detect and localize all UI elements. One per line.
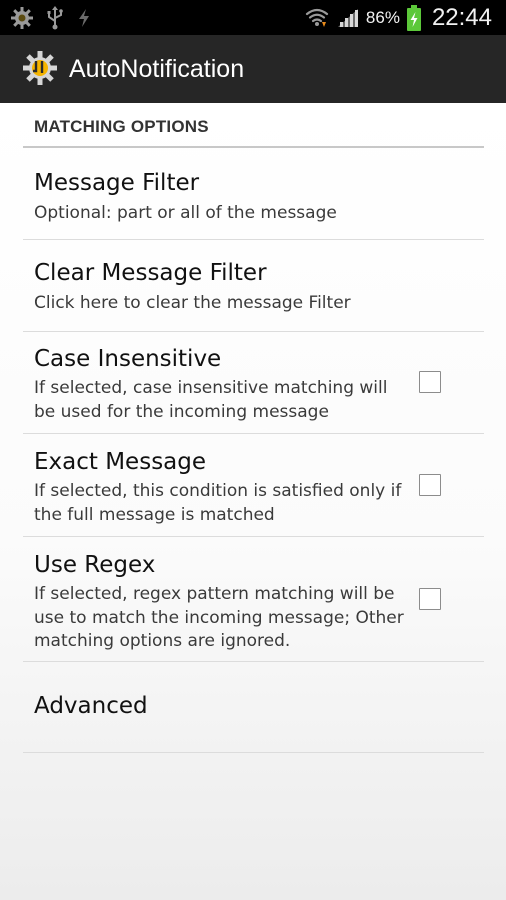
- pref-use-regex[interactable]: Use Regex If selected, regex pattern mat…: [23, 537, 484, 662]
- pref-exact-message[interactable]: Exact Message If selected, this conditio…: [23, 434, 484, 537]
- app-gear-icon[interactable]: [22, 50, 58, 86]
- exact-message-checkbox[interactable]: [419, 474, 441, 496]
- use-regex-checkbox[interactable]: [419, 588, 441, 610]
- pref-case-insensitive[interactable]: Case Insensitive If selected, case insen…: [23, 332, 484, 434]
- pref-summary: Optional: part or all of the message: [34, 203, 337, 223]
- pref-summary: If selected, this condition is satisfied…: [34, 481, 402, 525]
- settings-notification-icon: [11, 6, 33, 29]
- pref-summary: If selected, case insensitive matching w…: [34, 378, 388, 422]
- pref-title: Case Insensitive: [34, 346, 222, 372]
- pref-advanced[interactable]: Advanced: [23, 662, 484, 753]
- section-header: MATCHING OPTIONS: [34, 117, 209, 136]
- pref-title: Clear Message Filter: [34, 260, 267, 286]
- pref-title: Message Filter: [34, 170, 200, 196]
- battery-percent: 86%: [365, 7, 400, 27]
- action-bar: AutoNotification: [0, 35, 506, 103]
- pref-summary: If selected, regex pattern matching will…: [34, 584, 404, 651]
- pref-summary: Click here to clear the message Filter: [34, 293, 351, 313]
- preferences-list: MATCHING OPTIONS Message Filter Optional…: [0, 103, 506, 900]
- battery-icon: [406, 4, 421, 31]
- charging-bolt-icon: [79, 8, 89, 27]
- usb-icon: [47, 5, 63, 29]
- pref-title: Exact Message: [34, 449, 207, 475]
- pref-message-filter[interactable]: Message Filter Optional: part or all of …: [23, 148, 484, 240]
- pref-title: Use Regex: [34, 552, 156, 578]
- case-insensitive-checkbox[interactable]: [419, 371, 441, 393]
- notification-icons: [10, 5, 92, 30]
- app-title: AutoNotification: [69, 55, 245, 83]
- system-icons: 86% 22:44: [304, 3, 492, 32]
- signal-icon: [337, 8, 358, 27]
- wifi-icon: [305, 8, 329, 27]
- pref-clear-message-filter[interactable]: Clear Message Filter Click here to clear…: [23, 240, 484, 332]
- status-bar: 86% 22:44: [0, 0, 506, 35]
- clock: 22:44: [431, 3, 492, 31]
- pref-title: Advanced: [34, 693, 148, 719]
